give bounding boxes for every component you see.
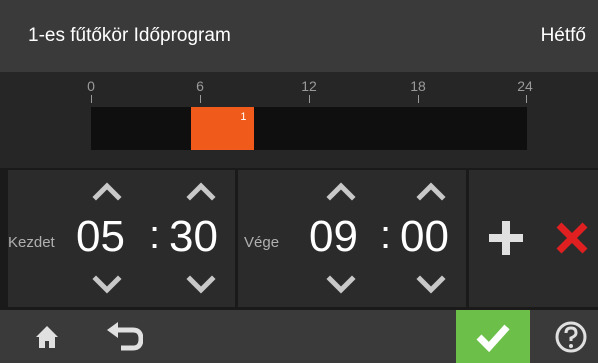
end-separator: : xyxy=(380,213,392,257)
end-hour-down-button[interactable] xyxy=(326,274,356,296)
chevron-down-icon xyxy=(92,275,122,294)
chevron-down-icon xyxy=(186,275,216,294)
help-icon xyxy=(555,321,587,352)
tick-mark-12 xyxy=(309,95,310,103)
chevron-down-icon xyxy=(326,275,356,294)
end-minute-up-button[interactable] xyxy=(416,180,446,202)
tick-label-12: 12 xyxy=(301,78,317,94)
tick-mark-0 xyxy=(91,95,92,103)
tick-label-18: 18 xyxy=(410,78,426,94)
timeline-track xyxy=(91,107,527,150)
tick-label-6: 6 xyxy=(196,78,204,94)
title-bar: 1-es fűtőkör Időprogram Hétfő xyxy=(0,0,598,72)
end-hour-up-button[interactable] xyxy=(326,180,356,202)
chevron-up-icon xyxy=(186,182,216,201)
start-minute-down-button[interactable] xyxy=(186,274,216,296)
chevron-up-icon xyxy=(92,182,122,201)
help-button[interactable] xyxy=(548,310,594,363)
delete-button[interactable] xyxy=(549,215,595,261)
chevron-up-icon xyxy=(326,182,356,201)
start-hour-up-button[interactable] xyxy=(92,180,122,202)
program-segment[interactable]: 1 xyxy=(190,107,255,150)
end-minute-value[interactable]: 00 xyxy=(400,212,449,262)
back-button[interactable] xyxy=(98,310,148,363)
segment-label: 1 xyxy=(240,111,247,123)
checkmark-icon xyxy=(476,324,510,352)
home-icon xyxy=(36,325,58,348)
plus-icon xyxy=(489,221,523,255)
end-time-panel: Vége 09 : 00 xyxy=(238,170,466,307)
ok-button[interactable] xyxy=(456,310,530,363)
start-hour-value[interactable]: 05 xyxy=(76,212,125,262)
start-time-panel: Kezdet 05 : 30 xyxy=(8,170,235,307)
x-icon xyxy=(556,222,588,254)
back-arrow-icon xyxy=(107,321,143,350)
tick-mark-18 xyxy=(418,95,419,103)
day-label[interactable]: Hétfő xyxy=(541,25,586,47)
tick-mark-24 xyxy=(526,95,527,103)
tick-mark-6 xyxy=(200,95,201,103)
start-label: Kezdet xyxy=(8,234,55,251)
chevron-down-icon xyxy=(416,275,446,294)
tick-label-0: 0 xyxy=(87,78,95,94)
end-minute-down-button[interactable] xyxy=(416,274,446,296)
start-separator: : xyxy=(149,213,161,257)
tick-label-24: 24 xyxy=(517,78,533,94)
chevron-up-icon xyxy=(416,182,446,201)
page-title: 1-es fűtőkör Időprogram xyxy=(28,25,231,46)
end-hour-value[interactable]: 09 xyxy=(309,212,358,262)
home-button[interactable] xyxy=(22,310,72,363)
start-minute-value[interactable]: 30 xyxy=(169,212,218,262)
timeline: 0 6 12 18 24 1 xyxy=(0,72,598,168)
start-hour-down-button[interactable] xyxy=(92,274,122,296)
start-minute-up-button[interactable] xyxy=(186,180,216,202)
actions-panel xyxy=(469,170,598,307)
end-label: Vége xyxy=(244,234,280,251)
add-button[interactable] xyxy=(483,215,529,261)
